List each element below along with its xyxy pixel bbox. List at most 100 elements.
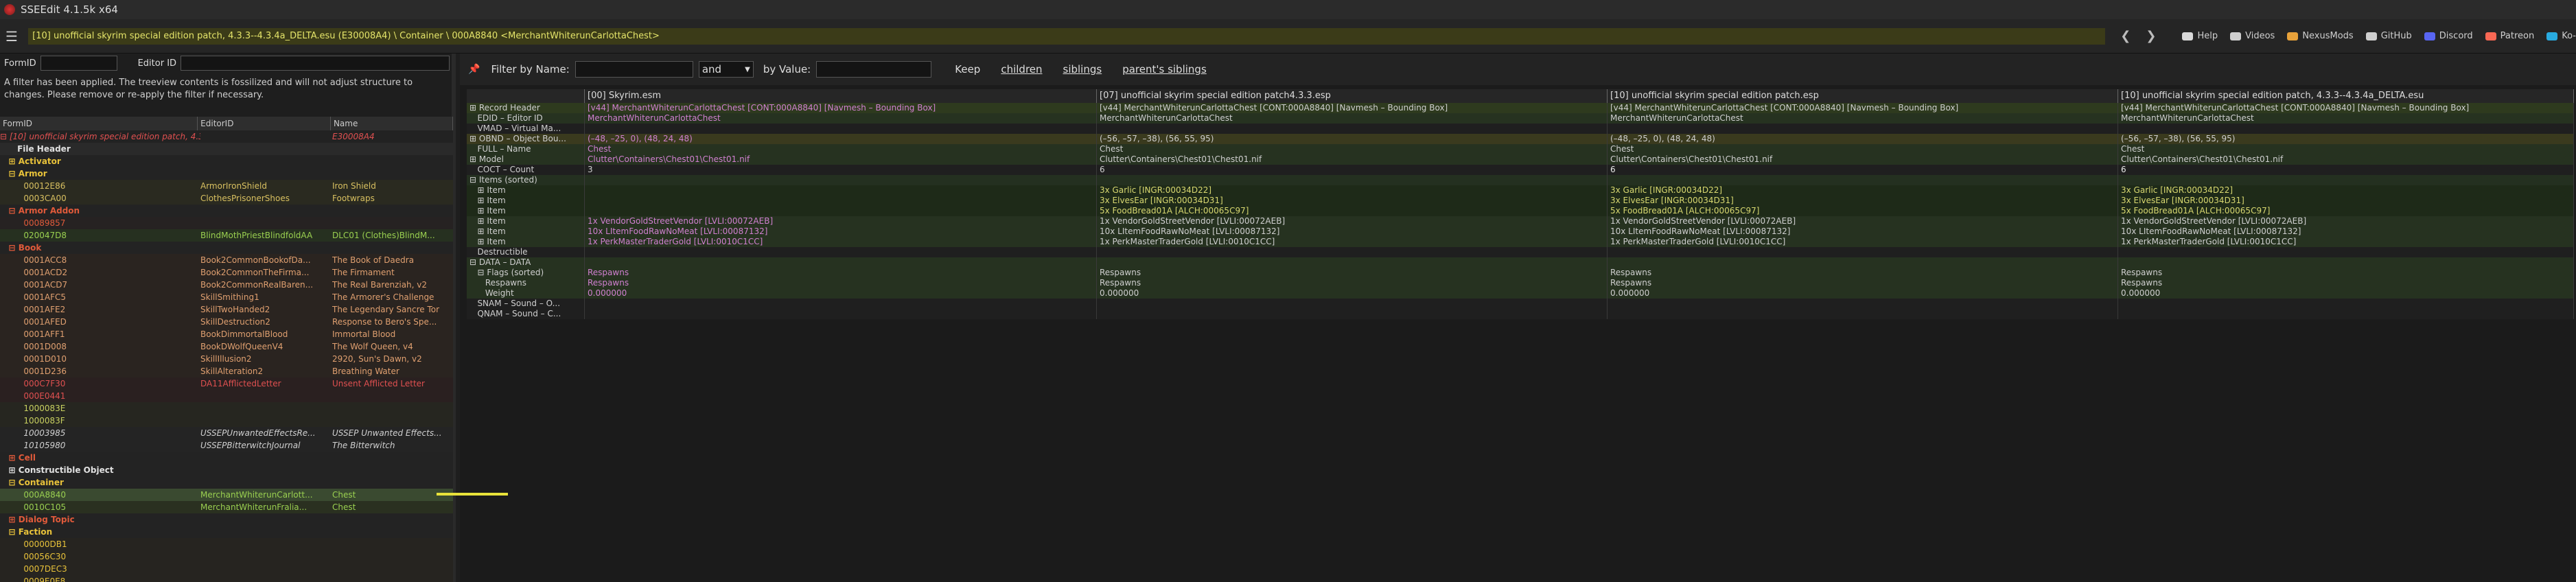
compare-row[interactable]: ⊞ Item 1x VendorGoldStreetVendor [LVLI:00… xyxy=(467,216,2574,226)
record-path: [10] unofficial skyrim special edition p… xyxy=(28,27,2106,45)
compare-row[interactable]: ⊟ Flags (sorted) Respawns Respawns Respawns… xyxy=(467,268,2574,278)
tree-row[interactable]: ⊟ [10] unofficial skyrim special edition… xyxy=(0,130,453,143)
field-label: ⊟ DATA – DATA xyxy=(467,257,585,268)
tree-row[interactable]: ⊟ Armor xyxy=(0,167,453,180)
tree-row[interactable]: ⊞ Dialog Topic xyxy=(0,513,453,526)
tree-row[interactable]: 0001AFC5 SkillSmithing1 The Armorer's Chal… xyxy=(0,291,453,303)
compare-row[interactable]: ⊞ Item 3x ElvesEar [INGR:00034D31] 3x Elve… xyxy=(467,196,2574,206)
tree-row[interactable]: 00056C30 xyxy=(0,550,453,563)
tree-cell-c1: 0001D010 xyxy=(0,354,67,364)
editorid-input[interactable] xyxy=(181,56,450,71)
tree-row[interactable]: ⊞ Constructible Object xyxy=(0,464,453,476)
record-tree[interactable]: ⊟ [10] unofficial skyrim special edition… xyxy=(0,130,453,582)
tree-row[interactable]: 0007DEC3 xyxy=(0,563,453,575)
field-value: 1x PerkMasterTraderGold [LVLI:0010C1CC] xyxy=(1608,237,2118,247)
tree-row[interactable]: 000C7F30 DA11AfflictedLetter Unsent Afflic… xyxy=(0,377,453,390)
tree-row[interactable]: ⊞ Cell xyxy=(0,452,453,464)
tree-row[interactable]: ⊟ Faction xyxy=(0,526,453,538)
tree-row[interactable]: 0001AFED SkillDestruction2 Response to Ber… xyxy=(0,316,453,328)
compare-row[interactable]: ⊞ Item 1x PerkMasterTraderGold [LVLI:0010… xyxy=(467,237,2574,247)
compare-row[interactable]: ⊞ Model Clutter\Containers\Chest01\Chest0… xyxy=(467,154,2574,165)
compare-row[interactable]: Weight 0.000000 0.000000 0.000000 0.000000 xyxy=(467,288,2574,299)
col-name[interactable]: Name xyxy=(331,117,453,130)
tree-row[interactable]: ⊟ Armor Addon xyxy=(0,205,453,217)
menu-icon[interactable]: ☰ xyxy=(5,28,24,45)
tree-row[interactable]: 1000083F xyxy=(0,415,453,427)
link-icon xyxy=(2546,32,2558,40)
header-plugin-1[interactable]: [07] unofficial skyrim special edition p… xyxy=(1097,89,1608,103)
tree-row[interactable]: 0001D008 BookDWolfQueenV4 The Wolf Queen, … xyxy=(0,340,453,353)
parents-siblings-toggle[interactable]: parent's siblings xyxy=(1122,63,1207,75)
tree-row[interactable]: 0001ACD7 Book2CommonRealBaren... The Real … xyxy=(0,279,453,291)
compare-row[interactable]: ⊟ Items (sorted) xyxy=(467,175,2574,185)
field-label: QNAM – Sound – C... xyxy=(467,309,585,319)
tree-row[interactable]: 00012E86 ArmorIronShield Iron Shield xyxy=(0,180,453,192)
tree-row[interactable]: 00000DB1 xyxy=(0,538,453,550)
field-value: [v44] MerchantWhiterunCarlottaChest [CON… xyxy=(2118,103,2574,113)
filter-name-input[interactable] xyxy=(575,61,693,78)
tree-row[interactable]: 0001ACC8 Book2CommonBookofDa... The Book o… xyxy=(0,254,453,266)
tree-row[interactable]: 000A8840 MerchantWhiterunCarlott... Chest xyxy=(0,489,453,501)
tree-row[interactable]: ⊞ Activator xyxy=(0,155,453,167)
compare-row[interactable]: ⊞ Item 5x FoodBread01A [ALCH:00065C97] 5x … xyxy=(467,206,2574,216)
nav-link-5[interactable]: Patreon xyxy=(2485,31,2534,41)
header-plugin-2[interactable]: [10] unofficial skyrim special edition p… xyxy=(1608,89,2118,103)
header-plugin-0[interactable]: [00] Skyrim.esm xyxy=(585,89,1097,103)
compare-rows[interactable]: ⊞ Record Header [v44] MerchantWhiterunCar… xyxy=(467,103,2574,319)
col-formid[interactable]: FormID xyxy=(0,117,198,130)
and-or-select[interactable]: and ▼ xyxy=(698,61,754,78)
nav-link-6[interactable]: Ko- xyxy=(2546,31,2576,41)
tree-row[interactable]: 0001AFE2 SkillTwoHanded2 The Legendary San… xyxy=(0,303,453,316)
tree-row[interactable]: ⊟ Book xyxy=(0,242,453,254)
compare-row[interactable]: Destructible xyxy=(467,247,2574,257)
tree-row[interactable]: 0001AFF1 BookDimmortalBlood Immortal Blood xyxy=(0,328,453,340)
formid-input[interactable] xyxy=(40,56,117,71)
nav-link-0[interactable]: Help xyxy=(2182,31,2218,41)
field-value: (–56, –57, –38), (56, 55, 95) xyxy=(2118,134,2574,144)
forward-icon[interactable]: ❯ xyxy=(2146,29,2156,43)
nav-links: Help Videos NexusMods GitHub Discord Patreon K… xyxy=(2170,31,2576,41)
back-icon[interactable]: ❮ xyxy=(2120,29,2131,43)
tree-row[interactable]: 0009E0E8 xyxy=(0,575,453,582)
nav-link-4[interactable]: Discord xyxy=(2424,31,2473,41)
nav-link-2[interactable]: NexusMods xyxy=(2287,31,2354,41)
compare-row[interactable]: COCT – Count 3 6 6 6 xyxy=(467,165,2574,175)
tree-row[interactable]: 1000083E xyxy=(0,402,453,415)
nav-link-label: Videos xyxy=(2245,31,2275,41)
header-plugin-3[interactable]: [10] unofficial skyrim special edition p… xyxy=(2118,89,2574,103)
header-field[interactable] xyxy=(467,89,585,103)
compare-row[interactable]: ⊞ Item 3x Garlic [INGR:00034D22] 3x Garlic… xyxy=(467,185,2574,196)
siblings-toggle[interactable]: siblings xyxy=(1063,63,1102,75)
tree-row[interactable]: 10105980 USSEPBitterwitchJournal The Bitte… xyxy=(0,439,453,452)
compare-row[interactable]: ⊞ OBND – Object Bou... (–48, –25, 0), (48… xyxy=(467,134,2574,144)
compare-row[interactable]: ⊞ Item 10x LItemFoodRawNoMeat [LVLI:00087… xyxy=(467,226,2574,237)
tree-row[interactable]: 000E0441 xyxy=(0,390,453,402)
tree-row[interactable]: File Header xyxy=(0,143,453,155)
tree-row[interactable]: 0001D236 SkillAlteration2 Breathing Water xyxy=(0,365,453,377)
compare-row[interactable]: FULL – Name Chest Chest Chest Chest xyxy=(467,144,2574,154)
tree-row[interactable]: 10003985 USSEPUnwantedEffectsRe... USSEP U… xyxy=(0,427,453,439)
tree-row[interactable]: 00089857 xyxy=(0,217,453,229)
nav-link-1[interactable]: Videos xyxy=(2230,31,2275,41)
tree-cell-c1: ⊞ Constructible Object xyxy=(0,465,114,475)
tree-row[interactable]: 020047D8 BlindMothPriestBlindfoldAA DLC01 … xyxy=(0,229,453,242)
splitter-handle[interactable] xyxy=(437,493,508,496)
filter-value-input[interactable] xyxy=(816,61,932,78)
tree-row[interactable]: ⊟ Container xyxy=(0,476,453,489)
compare-row[interactable]: SNAM – Sound – O... xyxy=(467,299,2574,309)
compare-row[interactable]: Respawns Respawns Respawns Respawns Respawns xyxy=(467,278,2574,288)
col-editorid[interactable]: EditorID xyxy=(198,117,331,130)
pin-icon[interactable]: 📌 xyxy=(468,64,480,75)
tree-cell-c3: USSEP Unwanted Effects... xyxy=(332,428,442,438)
compare-row[interactable]: VMAD – Virtual Ma... xyxy=(467,124,2574,134)
compare-row[interactable]: ⊞ Record Header [v44] MerchantWhiterunCar… xyxy=(467,103,2574,113)
compare-row[interactable]: EDID – Editor ID MerchantWhiterunCarlotta… xyxy=(467,113,2574,124)
compare-row[interactable]: QNAM – Sound – C... xyxy=(467,309,2574,319)
children-toggle[interactable]: children xyxy=(1001,63,1042,75)
compare-row[interactable]: ⊟ DATA – DATA xyxy=(467,257,2574,268)
tree-row[interactable]: 0003CA00 ClothesPrisonerShoes Footwraps xyxy=(0,192,453,205)
tree-row[interactable]: 0010C105 MerchantWhiterunFralia... Chest xyxy=(0,501,453,513)
nav-link-3[interactable]: GitHub xyxy=(2365,31,2412,41)
tree-row[interactable]: 0001ACD2 Book2CommonTheFirma... The Firmam… xyxy=(0,266,453,279)
tree-row[interactable]: 0001D010 SkillIllusion2 2920, Sun's Dawn, … xyxy=(0,353,453,365)
